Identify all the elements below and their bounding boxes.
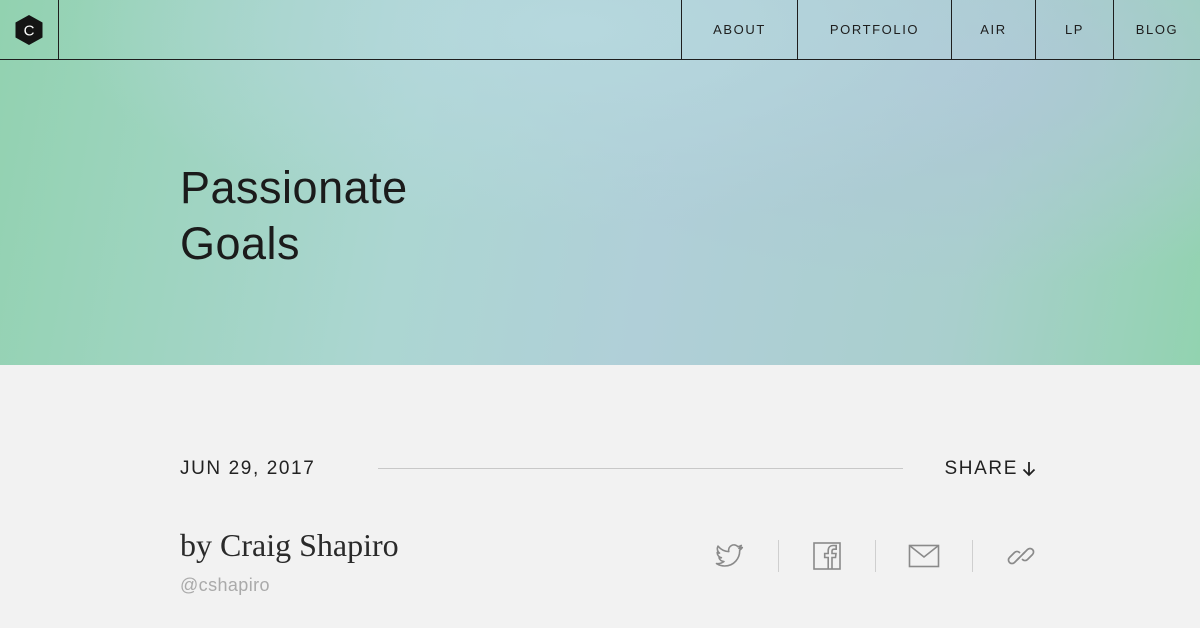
share-icons (682, 536, 1069, 576)
post-date: JUN 29, 2017 (180, 458, 316, 479)
logo-hexagon-icon: C (15, 14, 43, 45)
logo-letter: C (24, 22, 35, 39)
share-facebook-button[interactable] (779, 536, 875, 576)
mail-icon (908, 544, 940, 568)
nav-portfolio[interactable]: PORTFOLIO (797, 0, 951, 59)
nav-air[interactable]: AIR (951, 0, 1035, 59)
share-twitter-button[interactable] (682, 536, 778, 576)
divider-line (378, 468, 903, 469)
arrow-down-icon (1022, 462, 1036, 477)
share-email-button[interactable] (876, 536, 972, 576)
page-title-line-2: Goals (180, 218, 301, 269)
share-label: SHARE (944, 458, 1018, 479)
top-navigation-bar: C ABOUT PORTFOLIO AIR LP BLOG (0, 0, 1200, 60)
page-title: Passionate Goals (180, 160, 408, 272)
main-nav: ABOUT PORTFOLIO AIR LP BLOG (681, 0, 1200, 59)
post-meta-row: JUN 29, 2017 SHARE (180, 456, 1036, 482)
nav-about[interactable]: ABOUT (681, 0, 797, 59)
author-byline: by Craig Shapiro (180, 527, 399, 563)
copy-link-button[interactable] (973, 536, 1069, 576)
logo[interactable]: C (0, 0, 59, 59)
share-button[interactable]: SHARE (945, 458, 1036, 480)
nav-lp[interactable]: LP (1035, 0, 1113, 59)
link-icon (1007, 547, 1035, 565)
twitter-icon (715, 544, 744, 567)
page-title-line-1: Passionate (180, 162, 408, 213)
author-handle[interactable]: @cshapiro (180, 575, 270, 596)
facebook-icon (813, 542, 841, 570)
nav-blog[interactable]: BLOG (1113, 0, 1200, 59)
